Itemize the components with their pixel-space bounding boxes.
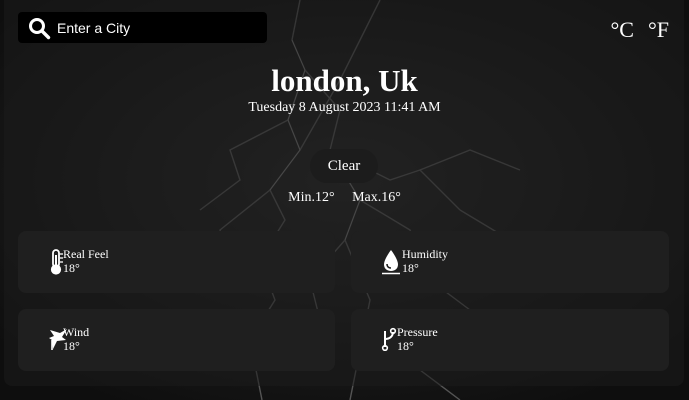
- search-icon[interactable]: [27, 16, 51, 40]
- city-search-input[interactable]: [57, 19, 247, 36]
- city-title: london, Uk: [271, 63, 418, 98]
- search-bar[interactable]: [18, 12, 267, 43]
- condition-badge: Clear: [310, 149, 378, 183]
- wind-value: 18°: [63, 339, 80, 353]
- unit-toggle: °C °F: [610, 17, 669, 43]
- pressure-card: Pressure 18°: [351, 309, 669, 371]
- real-feel-value: 18°: [63, 261, 80, 275]
- date-time: Tuesday 8 August 2023 11:41 AM: [248, 100, 441, 115]
- fahrenheit-button[interactable]: °F: [648, 17, 669, 43]
- humidity-drop-icon: [382, 250, 400, 275]
- humidity-label: Humidity: [402, 247, 449, 261]
- humidity-value: 18°: [402, 261, 419, 275]
- wind-card: Wind 18°: [18, 309, 335, 371]
- real-feel-label: Real Feel: [63, 247, 109, 261]
- min-max-temps: Min.12° Max.16°: [0, 190, 689, 206]
- min-temp: Min.12°: [288, 190, 335, 205]
- celsius-button[interactable]: °C: [610, 17, 633, 43]
- thermometer-icon: [50, 249, 63, 275]
- max-temp: Max.16°: [352, 190, 401, 205]
- wind-label: Wind: [63, 325, 90, 339]
- pressure-label: Pressure: [397, 325, 438, 339]
- pressure-value: 18°: [397, 339, 414, 353]
- humidity-card: Humidity 18°: [351, 231, 669, 293]
- real-feel-card: Real Feel 18°: [18, 231, 335, 293]
